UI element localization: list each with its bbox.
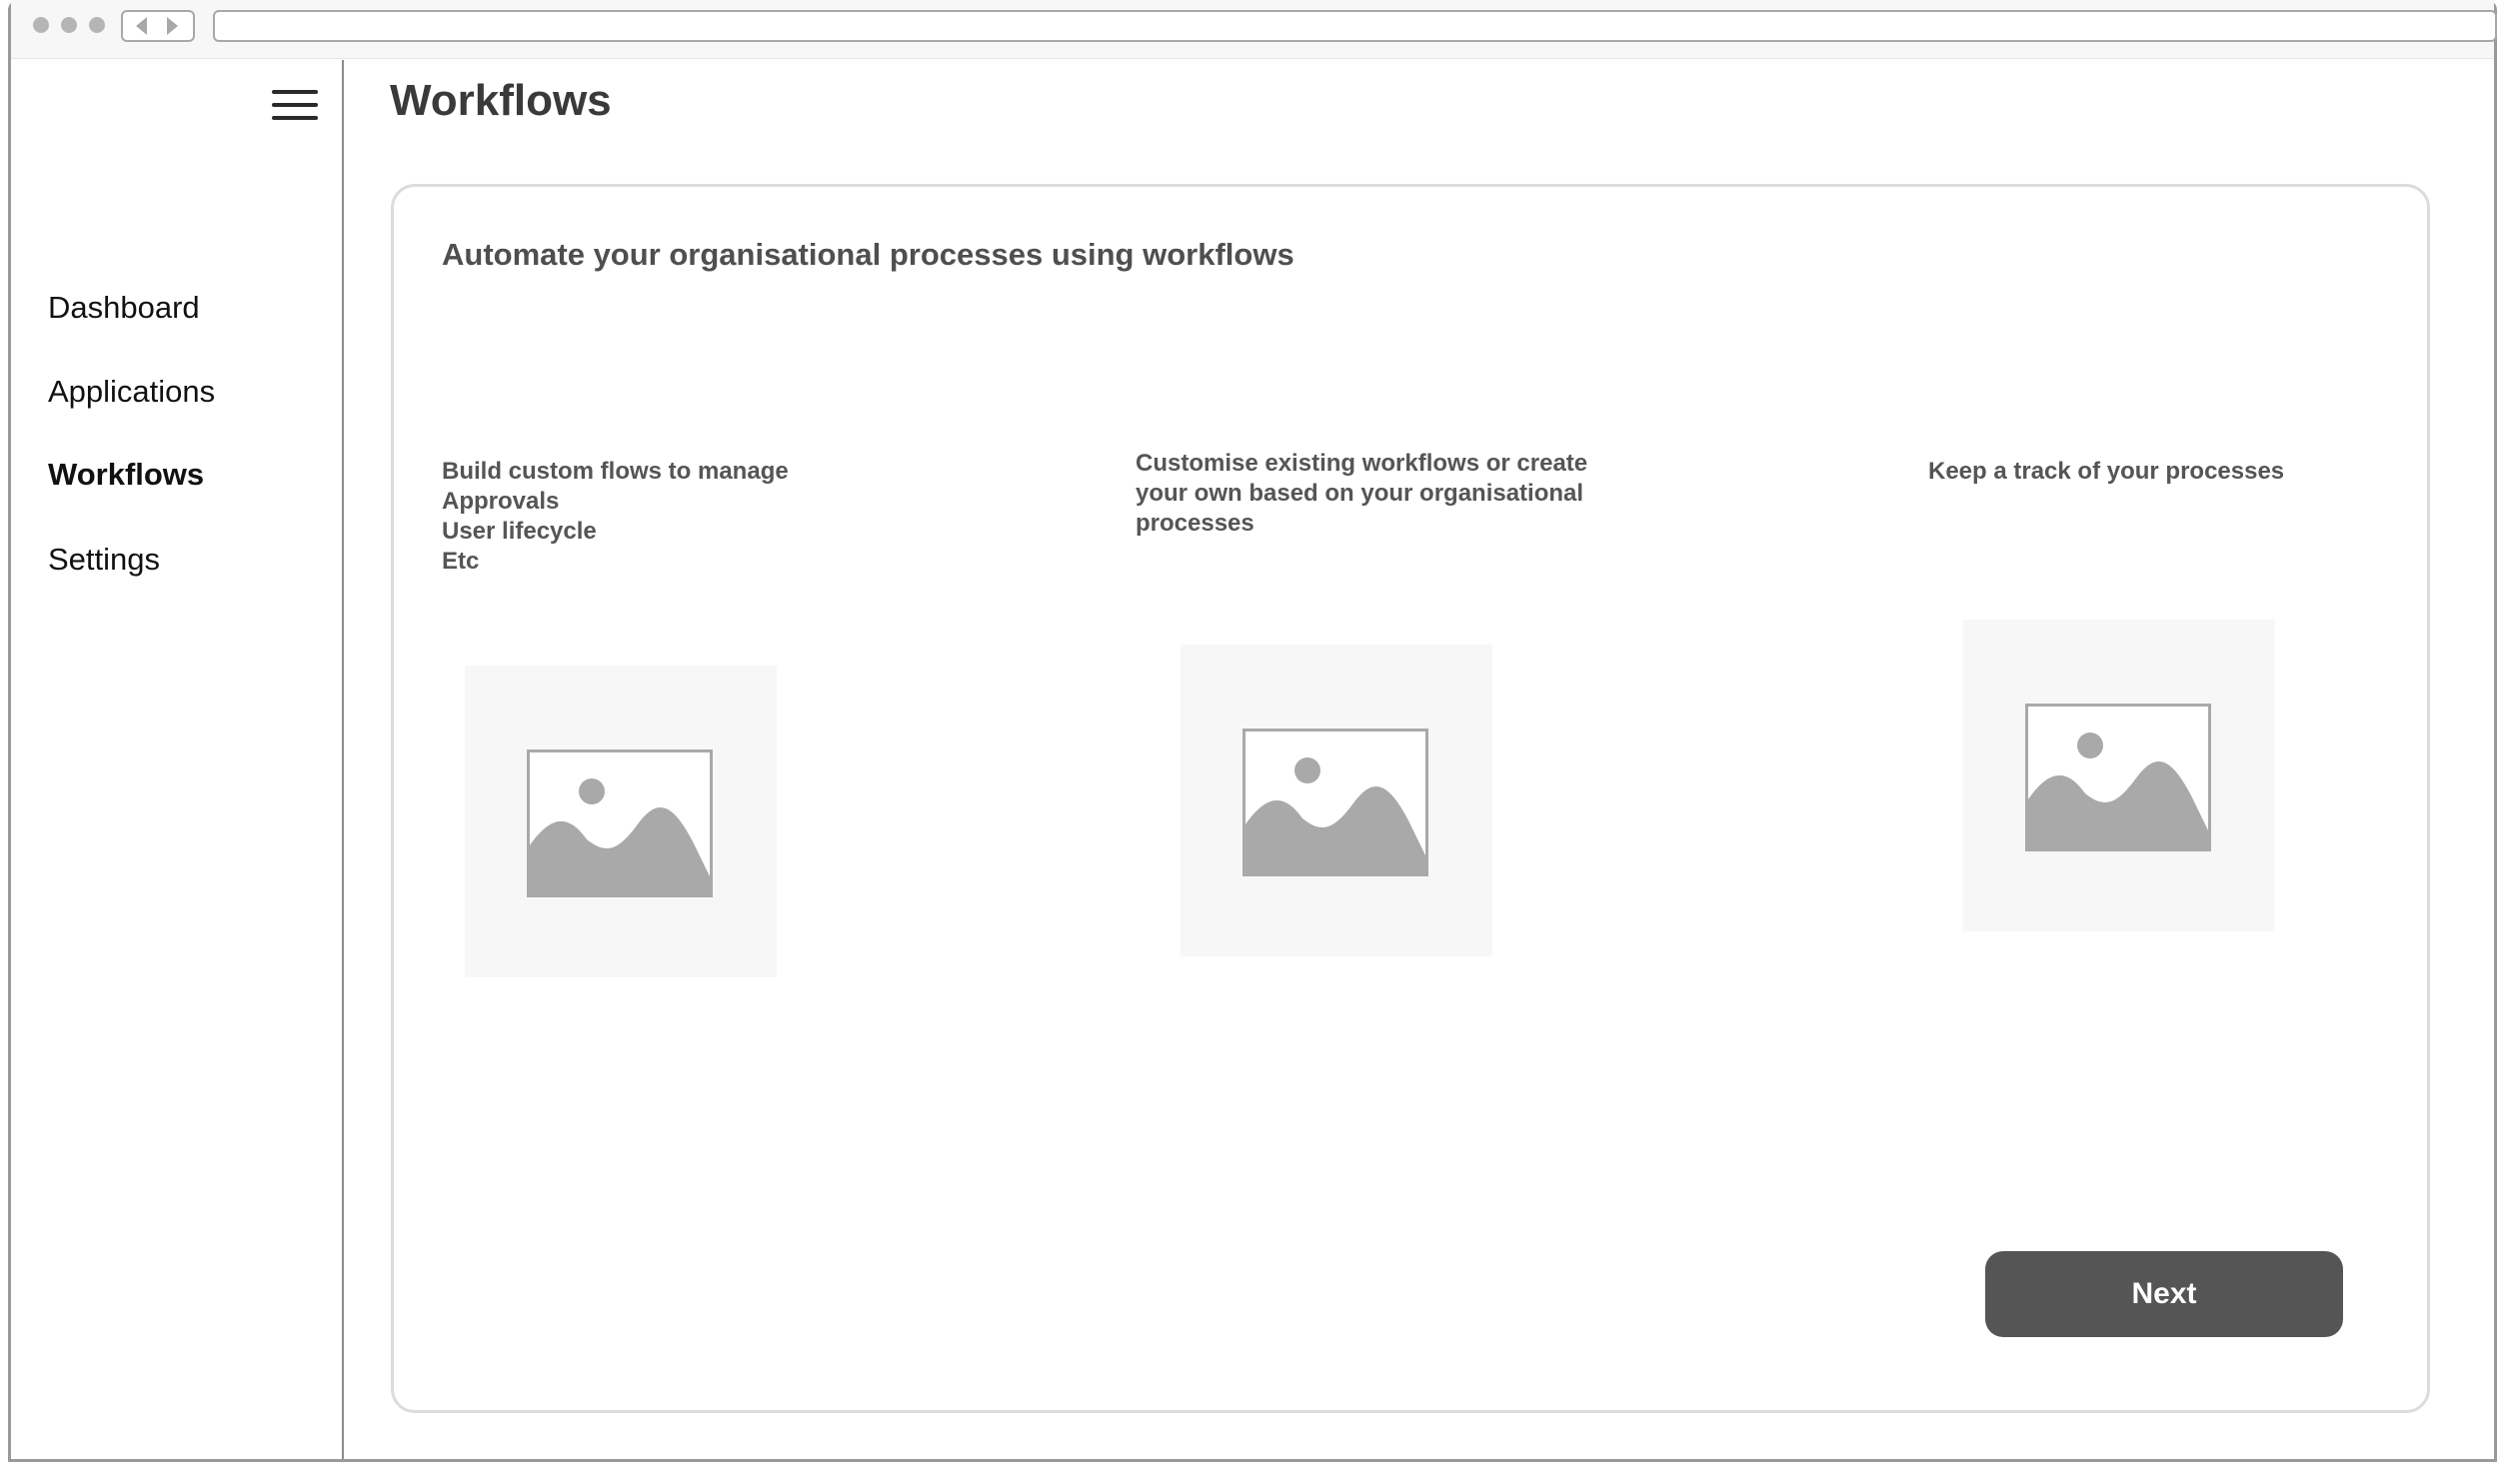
feature-line: your own based on your organisational <box>1136 480 1584 507</box>
browser-nav-buttons <box>121 10 195 42</box>
image-placeholder-track-processes <box>1963 620 2275 931</box>
image-placeholder-icon <box>1243 729 1428 876</box>
feature-line: Keep a track of your processes <box>1928 458 2285 485</box>
browser-toolbar <box>11 0 2497 59</box>
page-title: Workflows <box>390 76 612 125</box>
image-placeholder-icon <box>2025 704 2211 851</box>
back-arrow-icon[interactable] <box>136 17 147 35</box>
feature-line: Etc <box>442 548 480 575</box>
image-placeholder-build-flows <box>465 666 777 977</box>
hamburger-menu-icon[interactable] <box>272 88 320 124</box>
sidebar: Dashboard Applications Workflows Setting… <box>8 60 344 1459</box>
window-maximize-dot-icon[interactable] <box>89 17 105 33</box>
image-placeholder-icon <box>527 749 713 897</box>
feature-build-flows-text: Build custom flows to manage Approvals U… <box>442 457 789 577</box>
image-placeholder-customise-workflows <box>1181 645 1492 956</box>
feature-line: User lifecycle <box>442 518 597 545</box>
sidebar-item-workflows[interactable]: Workflows <box>48 457 204 493</box>
forward-arrow-icon[interactable] <box>167 17 178 35</box>
sidebar-item-dashboard[interactable]: Dashboard <box>48 290 200 326</box>
feature-track-processes-text: Keep a track of your processes <box>1928 457 2284 487</box>
next-button[interactable]: Next <box>1985 1251 2343 1337</box>
feature-line: processes <box>1136 510 1254 537</box>
feature-customise-workflows-text: Customise existing workflows or create y… <box>1136 449 1587 539</box>
window-minimize-dot-icon[interactable] <box>61 17 77 33</box>
feature-line: Approvals <box>442 488 560 515</box>
card-heading: Automate your organisational processes u… <box>442 237 1294 272</box>
window-close-dot-icon[interactable] <box>33 17 49 33</box>
address-bar[interactable] <box>213 10 2497 42</box>
sidebar-item-settings[interactable]: Settings <box>48 542 160 578</box>
feature-line: Build custom flows to manage <box>442 458 789 485</box>
feature-line: Customise existing workflows or create <box>1136 450 1588 477</box>
sidebar-item-applications[interactable]: Applications <box>48 374 215 410</box>
workflows-intro-card: Automate your organisational processes u… <box>391 184 2430 1413</box>
